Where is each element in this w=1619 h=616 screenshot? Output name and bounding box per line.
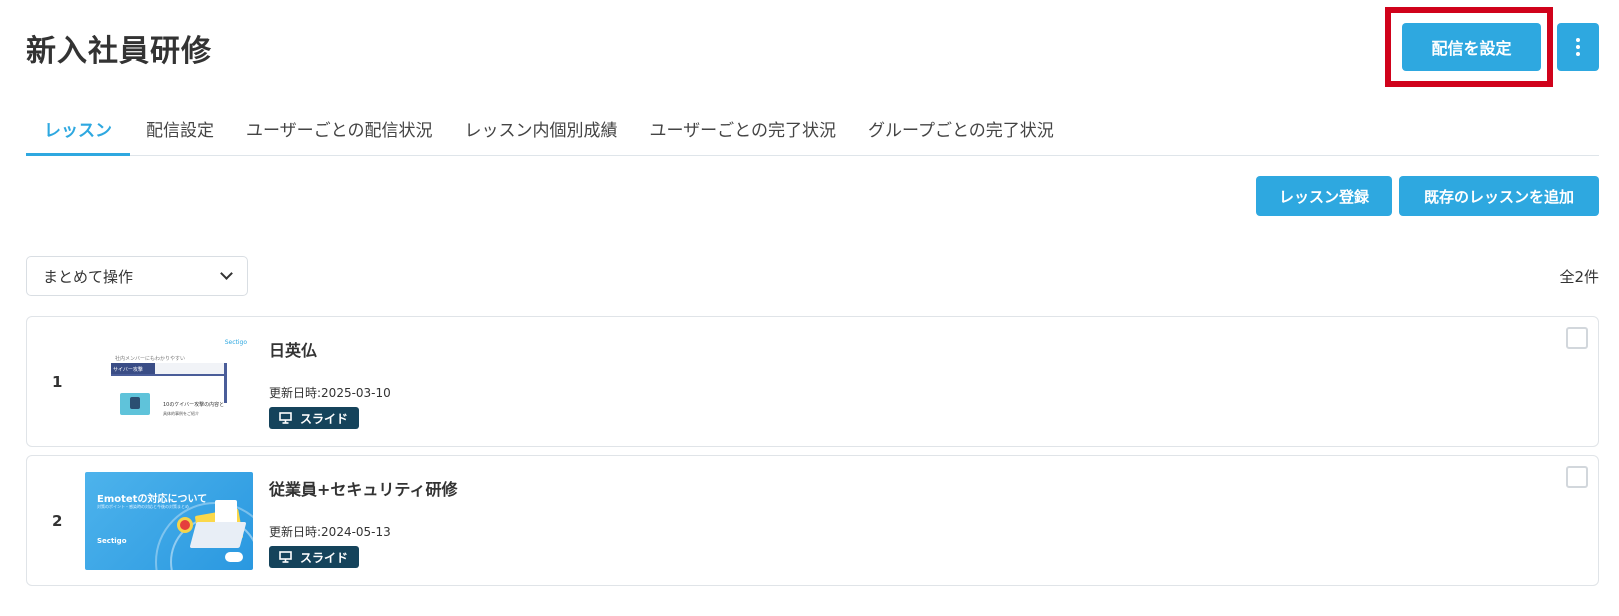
row-checkbox[interactable] xyxy=(1566,466,1588,488)
lesson-type-badge: スライド xyxy=(269,407,359,429)
bulk-action-select[interactable]: まとめて操作 xyxy=(26,256,248,296)
lock-icon xyxy=(130,397,140,409)
thumb-text: 10のケイバー攻撃の内容と xyxy=(163,402,225,408)
brand-logo: Sectigo xyxy=(97,537,127,545)
thumb-text: 具体的事例をご紹介 xyxy=(163,411,199,416)
thumb-subtitle: 対策のポイント・感染時の対応と今後の対策まとめ xyxy=(97,504,189,509)
more-options-button[interactable] xyxy=(1557,23,1599,71)
page-title: 新入社員研修 xyxy=(26,34,212,69)
row-checkbox[interactable] xyxy=(1566,327,1588,349)
tab-user-delivery-status[interactable]: ユーザーごとの配信状況 xyxy=(230,110,449,156)
thumb-caption: 社内メンバーにもわかりやすい xyxy=(115,356,186,362)
lesson-index: 2 xyxy=(52,512,63,530)
presentation-icon xyxy=(279,551,292,563)
lesson-index: 1 xyxy=(52,373,63,391)
lesson-title[interactable]: 従業員+セキュリティ研修 xyxy=(269,476,457,500)
lesson-type-label: スライド xyxy=(300,550,349,565)
tab-bar: レッスン 配信設定 ユーザーごとの配信状況 レッスン内個別成績 ユーザーごとの完… xyxy=(26,110,1599,156)
kebab-vertical-icon xyxy=(1576,38,1580,56)
tab-lessons[interactable]: レッスン xyxy=(26,110,130,156)
brand-logo: Sectigo xyxy=(224,339,247,346)
lesson-card[interactable]: 2 Emotetの対応について 対策のポイント・感染時の対応と今後の対策まとめ … xyxy=(26,455,1599,586)
lesson-updated-date: 更新日時:2025-03-10 xyxy=(269,386,391,400)
thumb-heading: Emotetの対応について xyxy=(97,494,208,505)
lesson-card[interactable]: 1 Sectigo 社内メンバーにもわかりやすい サイバー攻撃 10のケイバー攻… xyxy=(26,316,1599,447)
lesson-type-label: スライド xyxy=(300,411,349,426)
presentation-icon xyxy=(279,412,292,424)
lesson-thumbnail: Sectigo 社内メンバーにもわかりやすい サイバー攻撃 10のケイバー攻撃の… xyxy=(85,333,253,431)
laptop-illustration xyxy=(189,522,247,548)
thumb-frame-line xyxy=(111,374,227,376)
lesson-updated-date: 更新日時:2024-05-13 xyxy=(269,525,391,539)
thumb-frame-line xyxy=(224,363,227,403)
add-existing-lesson-button[interactable]: 既存のレッスンを追加 xyxy=(1399,176,1599,216)
thumb-bar-label: サイバー攻撃 xyxy=(111,363,155,374)
tab-delivery-settings[interactable]: 配信設定 xyxy=(130,110,230,156)
tab-user-completion-status[interactable]: ユーザーごとの完了状況 xyxy=(634,110,853,156)
register-lesson-button[interactable]: レッスン登録 xyxy=(1256,176,1392,216)
bulk-action-label: まとめて操作 xyxy=(43,267,134,286)
warning-icon xyxy=(177,517,193,533)
lesson-title[interactable]: 日英仏 xyxy=(269,337,317,361)
speech-bubble-illustration xyxy=(225,552,243,562)
lesson-type-badge: スライド xyxy=(269,546,359,568)
tab-group-completion-status[interactable]: グループごとの完了状況 xyxy=(852,110,1070,156)
chevron-down-icon xyxy=(220,267,233,280)
deliver-settings-button[interactable]: 配信を設定 xyxy=(1402,23,1541,71)
total-count: 全2件 xyxy=(1559,268,1599,286)
lesson-thumbnail: Emotetの対応について 対策のポイント・感染時の対応と今後の対策まとめ Se… xyxy=(85,472,253,570)
tab-lesson-individual-results[interactable]: レッスン内個別成績 xyxy=(449,110,634,156)
